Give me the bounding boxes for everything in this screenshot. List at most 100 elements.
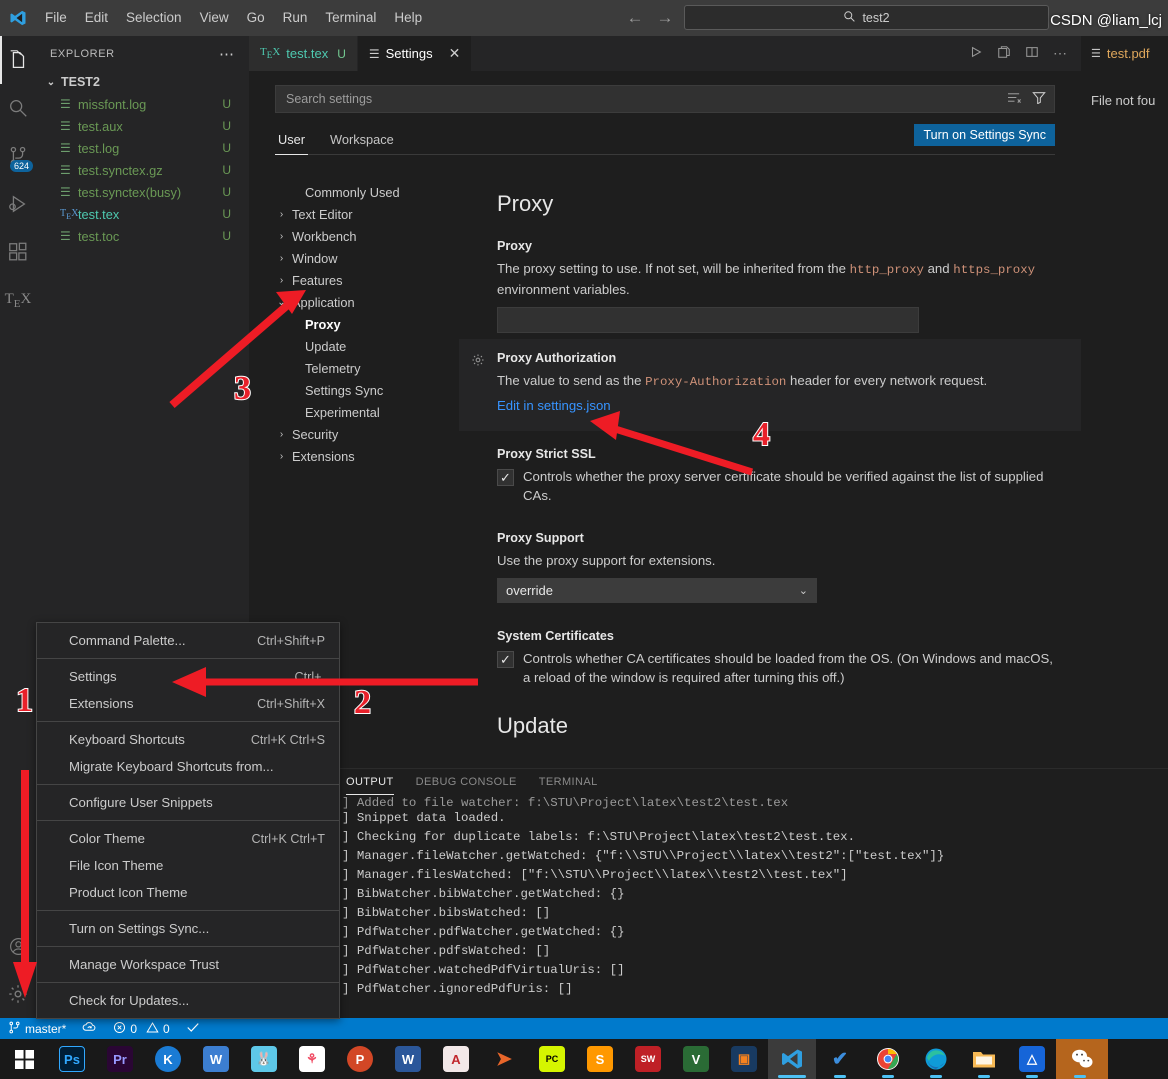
- tab-test-tex[interactable]: TEX test.tex U: [249, 36, 358, 71]
- activity-item-extensions[interactable]: [0, 228, 36, 276]
- ellipsis-icon[interactable]: ⋯: [219, 45, 235, 63]
- split-editor-icon[interactable]: [1025, 45, 1039, 62]
- toc-item-telemetry[interactable]: Telemetry: [275, 357, 449, 379]
- menu-item-configure-user-snippets[interactable]: Configure User Snippets: [37, 789, 339, 816]
- status-sync[interactable]: [74, 1018, 105, 1039]
- taskbar-virtualbox[interactable]: ▣: [720, 1039, 768, 1079]
- explorer-file-row[interactable]: ☰ test.toc U: [36, 225, 249, 247]
- menu-help[interactable]: Help: [385, 6, 431, 30]
- taskbar-visio[interactable]: V: [672, 1039, 720, 1079]
- taskbar-sublime[interactable]: S: [576, 1039, 624, 1079]
- menu-go[interactable]: Go: [238, 6, 274, 30]
- quick-open-input[interactable]: test2: [684, 5, 1049, 30]
- taskbar-wps[interactable]: W: [192, 1039, 240, 1079]
- menu-run[interactable]: Run: [274, 6, 317, 30]
- toc-item-features[interactable]: › Features: [275, 269, 449, 291]
- taskbar-edge[interactable]: [912, 1039, 960, 1079]
- menu-item-extensions[interactable]: Extensions Ctrl+Shift+X: [37, 690, 339, 717]
- status-latex-check[interactable]: [178, 1018, 208, 1039]
- toc-item-text-editor[interactable]: › Text Editor: [275, 203, 449, 225]
- toc-item-update[interactable]: Update: [275, 335, 449, 357]
- menu-item-product-icon-theme[interactable]: Product Icon Theme: [37, 879, 339, 906]
- explorer-file-row[interactable]: TEX test.tex U: [36, 203, 249, 225]
- explorer-file-row[interactable]: ☰ test.synctex.gz U: [36, 159, 249, 181]
- toc-item-settings-sync[interactable]: Settings Sync: [275, 379, 449, 401]
- taskbar-powerpoint[interactable]: P: [336, 1039, 384, 1079]
- toc-item-proxy[interactable]: Proxy: [275, 313, 449, 335]
- toc-item-experimental[interactable]: Experimental: [275, 401, 449, 423]
- toc-item-workbench[interactable]: › Workbench: [275, 225, 449, 247]
- taskbar-onedrive[interactable]: △: [1008, 1039, 1056, 1079]
- menu-item-turn-on-settings-sync[interactable]: Turn on Settings Sync...: [37, 915, 339, 942]
- more-actions-icon[interactable]: ⋯: [1053, 45, 1067, 62]
- activity-item-explorer[interactable]: [0, 36, 36, 84]
- panel-tab-debug-console[interactable]: DEBUG CONSOLE: [416, 769, 517, 795]
- taskbar-todo[interactable]: ✔: [816, 1039, 864, 1079]
- toc-item-commonly-used[interactable]: Commonly Used: [275, 181, 449, 203]
- activity-item-accounts[interactable]: [0, 922, 36, 970]
- taskbar-matlab[interactable]: ➤: [480, 1039, 528, 1079]
- toc-item-application[interactable]: ⌄ Application: [275, 291, 449, 313]
- turn-on-settings-sync-button[interactable]: Turn on Settings Sync: [914, 124, 1055, 146]
- settings-search-input[interactable]: Search settings: [275, 85, 1055, 113]
- explorer-root-folder[interactable]: ⌄ TEST2: [36, 71, 249, 93]
- menu-item-command-palette[interactable]: Command Palette... Ctrl+Shift+P: [37, 627, 339, 654]
- taskbar-clover[interactable]: ⚘: [288, 1039, 336, 1079]
- explorer-file-row[interactable]: ☰ test.synctex(busy) U: [36, 181, 249, 203]
- menu-selection[interactable]: Selection: [117, 6, 191, 30]
- taskbar-solidworks[interactable]: SW: [624, 1039, 672, 1079]
- taskbar-wechat[interactable]: [1056, 1039, 1108, 1079]
- status-problems[interactable]: 0 0: [105, 1018, 177, 1039]
- toc-item-window[interactable]: › Window: [275, 247, 449, 269]
- panel-tab-output[interactable]: OUTPUT: [346, 769, 394, 795]
- modified-setting-gear-icon[interactable]: [471, 353, 485, 370]
- menu-item-color-theme[interactable]: Color Theme Ctrl+K Ctrl+T: [37, 825, 339, 852]
- toc-item-extensions[interactable]: › Extensions: [275, 445, 449, 467]
- status-branch[interactable]: master*: [0, 1018, 74, 1039]
- tab-user-settings[interactable]: User: [275, 132, 309, 155]
- taskbar-photoshop[interactable]: Ps: [48, 1039, 96, 1079]
- explorer-file-row[interactable]: ☰ test.aux U: [36, 115, 249, 137]
- menu-terminal[interactable]: Terminal: [316, 6, 385, 30]
- activity-item-source-control[interactable]: 624: [0, 132, 36, 180]
- tab-settings[interactable]: ☰ Settings ✕: [357, 36, 473, 71]
- panel-tab-terminal[interactable]: TERMINAL: [539, 769, 598, 795]
- taskbar-chrome[interactable]: [864, 1039, 912, 1079]
- output-lines[interactable]: ] Added to file watcher: f:\STU\Project\…: [336, 795, 1168, 999]
- system-certificates-checkbox[interactable]: ✓: [497, 651, 514, 668]
- taskbar-pycharm[interactable]: PC: [528, 1039, 576, 1079]
- proxy-value-input[interactable]: [497, 307, 919, 333]
- taskbar-kugou[interactable]: K: [144, 1039, 192, 1079]
- menu-item-manage-workspace-trust[interactable]: Manage Workspace Trust: [37, 951, 339, 978]
- arrow-right-icon[interactable]: →: [654, 8, 676, 28]
- taskbar-word[interactable]: W: [384, 1039, 432, 1079]
- menu-item-file-icon-theme[interactable]: File Icon Theme: [37, 852, 339, 879]
- explorer-file-row[interactable]: ☰ test.log U: [36, 137, 249, 159]
- tab-test-pdf[interactable]: ☰ test.pdf: [1081, 36, 1168, 71]
- settings-list[interactable]: Proxy Proxy The proxy setting to use. If…: [449, 181, 1081, 768]
- edit-in-settings-json-link[interactable]: Edit in settings.json: [497, 398, 1055, 413]
- menu-item-check-for-updates[interactable]: Check for Updates...: [37, 987, 339, 1014]
- proxy-support-select[interactable]: override ⌄: [497, 578, 817, 603]
- activity-item-latex-workshop[interactable]: TEX: [0, 276, 36, 324]
- menu-file[interactable]: File: [36, 6, 76, 30]
- tab-workspace-settings[interactable]: Workspace: [327, 132, 397, 154]
- taskbar-rabbit[interactable]: 🐰: [240, 1039, 288, 1079]
- filter-icon[interactable]: [1032, 91, 1046, 107]
- menu-item-settings[interactable]: Settings Ctrl+,: [37, 663, 339, 690]
- menu-view[interactable]: View: [191, 6, 238, 30]
- toc-item-security[interactable]: › Security: [275, 423, 449, 445]
- activity-item-run-and-debug[interactable]: [0, 180, 36, 228]
- taskbar-vscode[interactable]: [768, 1039, 816, 1079]
- explorer-file-row[interactable]: ☰ missfont.log U: [36, 93, 249, 115]
- taskbar-autocad[interactable]: A: [432, 1039, 480, 1079]
- start-button[interactable]: [0, 1039, 48, 1079]
- split-terminal-icon[interactable]: [997, 45, 1011, 62]
- proxy-strict-ssl-checkbox[interactable]: ✓: [497, 469, 514, 486]
- run-icon[interactable]: [969, 45, 983, 62]
- menu-item-keyboard-shortcuts[interactable]: Keyboard Shortcuts Ctrl+K Ctrl+S: [37, 726, 339, 753]
- taskbar-file-explorer[interactable]: [960, 1039, 1008, 1079]
- activity-item-manage-gear[interactable]: [0, 970, 36, 1018]
- menu-edit[interactable]: Edit: [76, 6, 117, 30]
- taskbar-premiere[interactable]: Pr: [96, 1039, 144, 1079]
